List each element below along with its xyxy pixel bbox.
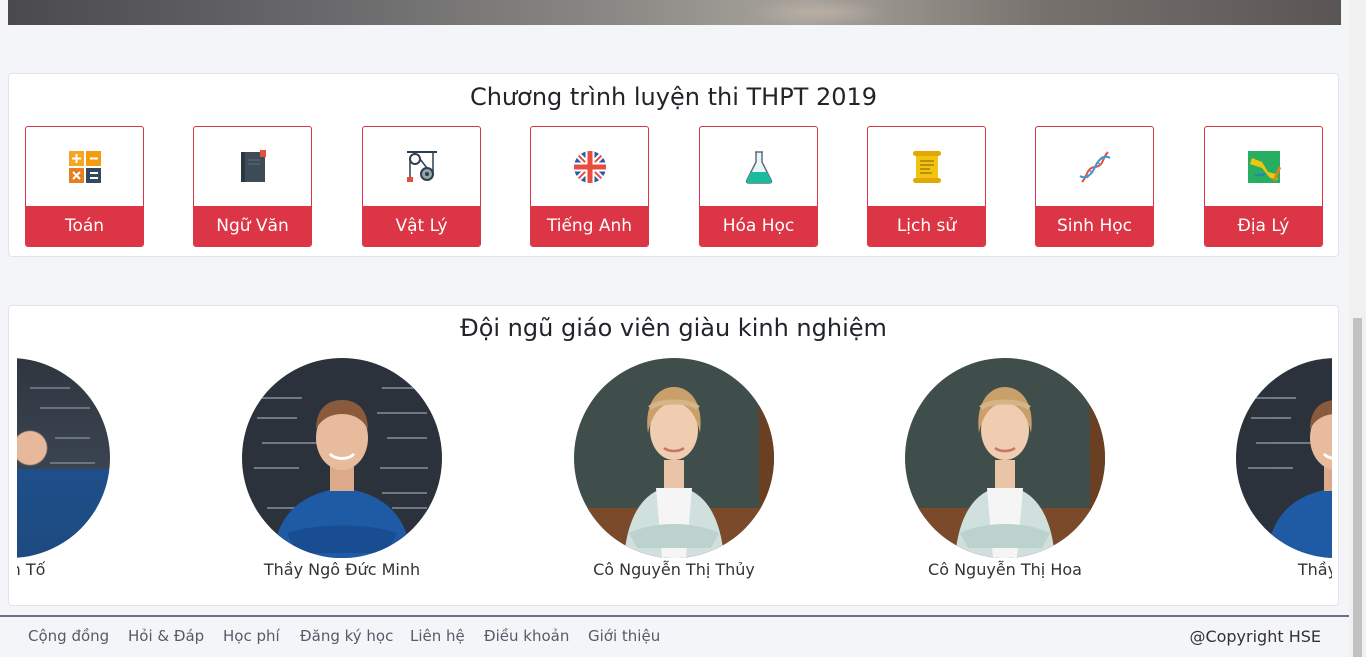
teacher-carousel[interactable]: n Văn Tố Thầy Ngô Đức Minh (17, 356, 1332, 596)
footer-link-gioi-thieu[interactable]: Giới thiệu (588, 627, 660, 645)
programs-section: Chương trình luyện thi THPT 2019 Toán Ng… (8, 73, 1339, 257)
copyright-text: @Copyright HSE (1189, 627, 1321, 646)
subject-label: Ngữ Văn (194, 206, 311, 246)
book-icon (240, 150, 266, 182)
teacher-name: Thầy Đoà (1297, 560, 1332, 579)
subject-label: Tiếng Anh (531, 206, 648, 246)
footer-link-hoi-dap[interactable]: Hỏi & Đáp (128, 627, 204, 645)
footer-link-hoc-phi[interactable]: Học phí (223, 627, 280, 645)
teacher-avatar (17, 358, 110, 558)
pulley-icon (406, 151, 437, 182)
map-icon (1247, 151, 1281, 183)
subject-card-dia-ly[interactable]: Địa Lý (1204, 126, 1323, 247)
subject-card-ngu-van[interactable]: Ngữ Văn (193, 126, 312, 247)
footer-link-cong-dong[interactable]: Cộng đồng (28, 627, 109, 645)
scrollbar-thumb[interactable] (1353, 318, 1362, 657)
flask-icon (745, 151, 772, 184)
subject-card-hoa-hoc[interactable]: Hóa Học (699, 126, 818, 247)
teacher-name: n Văn Tố (17, 560, 46, 579)
vertical-scrollbar[interactable] (1349, 0, 1366, 657)
subject-card-lich-su[interactable]: Lịch sử (867, 126, 986, 247)
subject-label: Vật Lý (363, 206, 480, 246)
dna-icon (1078, 151, 1111, 183)
teacher-name: Cô Nguyễn Thị Hoa (928, 560, 1082, 579)
teacher-card[interactable]: Thầy Đoà (1196, 358, 1332, 579)
subject-card-tieng-anh[interactable]: Tiếng Anh (530, 126, 649, 247)
subject-card-vat-ly[interactable]: Vật Lý (362, 126, 481, 247)
footer-link-dieu-khoan[interactable]: Điều khoản (484, 627, 569, 645)
teacher-avatar (242, 358, 442, 558)
teacher-card[interactable]: Cô Nguyễn Thị Thủy (534, 358, 814, 579)
teachers-title: Đội ngũ giáo viên giàu kinh nghiệm (460, 314, 887, 342)
teachers-section: Đội ngũ giáo viên giàu kinh nghiệm n Văn… (8, 305, 1339, 606)
subject-label: Sinh Học (1036, 206, 1153, 246)
subject-label: Lịch sử (868, 206, 985, 246)
teacher-card[interactable]: Cô Nguyễn Thị Hoa (865, 358, 1145, 579)
footer-link-lien-he[interactable]: Liên hệ (410, 627, 465, 645)
teacher-card[interactable]: n Văn Tố (17, 358, 150, 579)
teacher-card[interactable]: Thầy Ngô Đức Minh (202, 358, 482, 579)
subject-label: Hóa Học (700, 206, 817, 246)
teacher-avatar (1236, 358, 1332, 558)
teacher-name: Cô Nguyễn Thị Thủy (593, 560, 755, 579)
teacher-avatar (905, 358, 1105, 558)
subject-card-sinh-hoc[interactable]: Sinh Học (1035, 126, 1154, 247)
scroll-icon (912, 151, 941, 183)
teacher-name: Thầy Ngô Đức Minh (263, 560, 421, 579)
programs-title: Chương trình luyện thi THPT 2019 (469, 83, 878, 111)
calculator-icon (68, 151, 101, 183)
subject-card-toan[interactable]: Toán (25, 126, 144, 247)
subject-label: Toán (26, 206, 143, 246)
teacher-avatar (574, 358, 774, 558)
hero-banner-image (8, 0, 1341, 25)
footer: Cộng đồng Hỏi & Đáp Học phí Đăng ký học … (0, 615, 1349, 657)
footer-link-dang-ky-hoc[interactable]: Đăng ký học (300, 627, 393, 645)
uk-flag-icon (573, 151, 606, 183)
subject-label: Địa Lý (1205, 206, 1322, 246)
